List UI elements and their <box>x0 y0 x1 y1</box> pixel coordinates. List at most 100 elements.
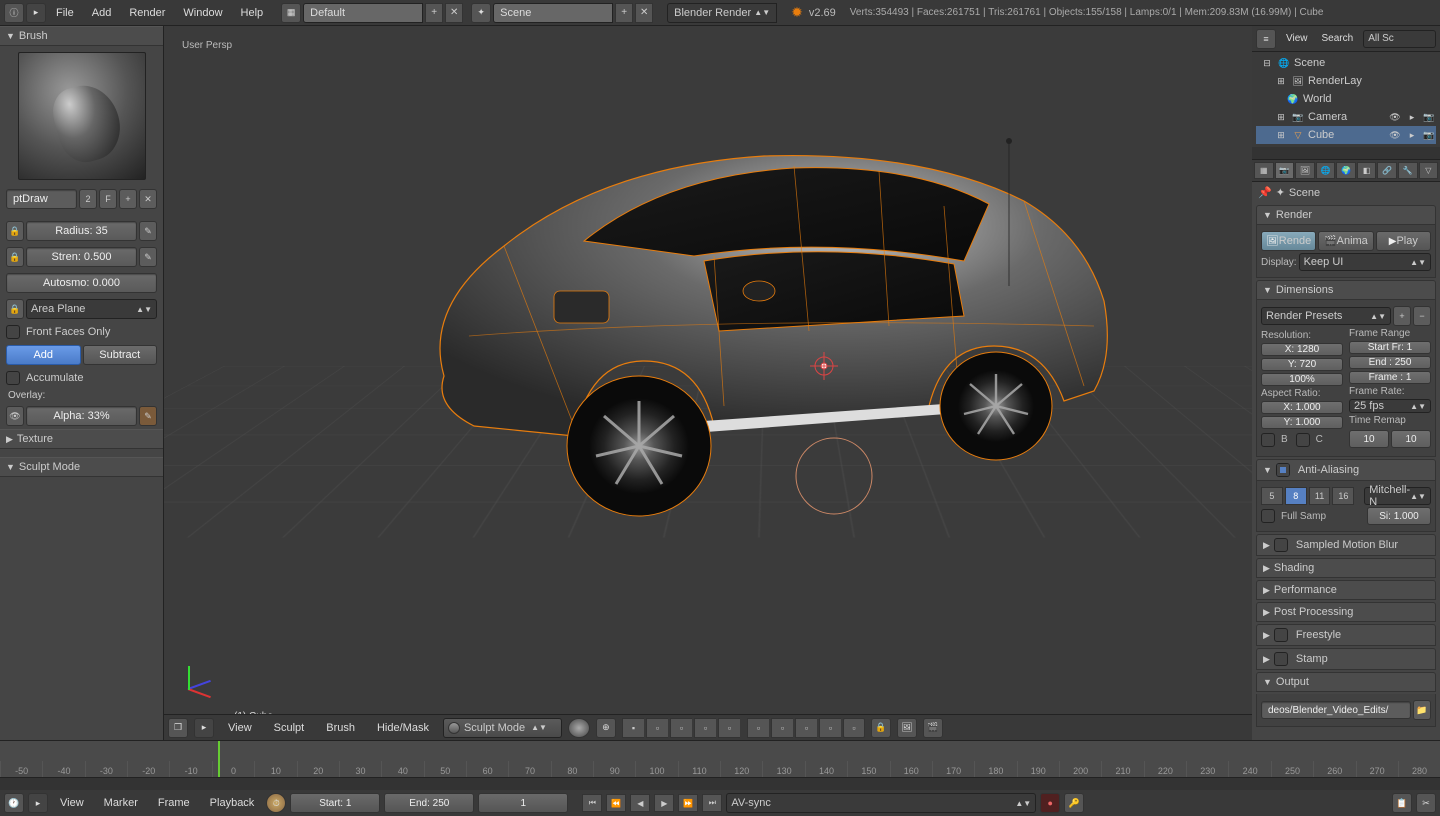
sculpt-mode-panel-header[interactable]: ▼Sculpt Mode <box>0 457 163 477</box>
performance-header[interactable]: ▶Performance <box>1256 580 1436 600</box>
remap-new-field[interactable]: 10 <box>1391 430 1431 448</box>
render-preview-icon[interactable]: 🖼 <box>897 718 917 738</box>
strength-pressure-icon[interactable]: ✎ <box>139 247 157 267</box>
brush-panel-header[interactable]: ▼Brush <box>0 26 163 46</box>
timeline-editor-icon[interactable]: 🕐 <box>4 793 24 813</box>
fps-select[interactable]: 25 fps▲▼ <box>1349 399 1431 413</box>
aspect-x-field[interactable]: X: 1.000 <box>1261 401 1343 414</box>
scene-name[interactable]: Scene <box>493 3 613 23</box>
texture-panel-header[interactable]: ▶Texture <box>0 429 163 449</box>
outliner-search-menu[interactable]: Search <box>1318 31 1358 46</box>
freestyle-header[interactable]: ▶Freestyle <box>1256 624 1436 646</box>
radius-lock-icon[interactable]: 🔒 <box>6 221 24 241</box>
menu-brush[interactable]: Brush <box>318 718 363 738</box>
tree-camera[interactable]: ⊞📷Camera👁▸📷 <box>1256 108 1436 126</box>
menu-help[interactable]: Help <box>233 3 272 23</box>
layer-buttons[interactable]: ▪▫▫▫▫ ▫▫▫▫▫ <box>622 718 865 738</box>
aa-section-header[interactable]: ▼Anti-Aliasing <box>1256 459 1436 481</box>
play-button[interactable]: ▶Play <box>1376 231 1431 251</box>
scene-browse-icon[interactable]: ✦ <box>471 3 491 23</box>
tab-world[interactable]: 🌍 <box>1336 162 1356 179</box>
output-header[interactable]: ▼Output <box>1256 672 1436 692</box>
front-faces-checkbox[interactable]: Front Faces Only <box>6 325 157 339</box>
timeline-collapse-icon[interactable]: ▸ <box>28 793 48 813</box>
radius-pressure-icon[interactable]: ✎ <box>139 221 157 241</box>
tab-scene[interactable]: 🌐 <box>1316 162 1336 179</box>
auto-keyframe-icon[interactable]: ● <box>1040 793 1060 813</box>
render-icon[interactable]: 📷 <box>1422 110 1436 124</box>
timeline-menu-playback[interactable]: Playback <box>202 793 263 813</box>
outliner-tree[interactable]: ⊟🌐Scene ⊞🖼RenderLay 🌍World ⊞📷Camera👁▸📷 ⊞… <box>1252 52 1440 147</box>
aa-size-field[interactable]: Si: 1.000 <box>1367 507 1431 525</box>
plane-lock-icon[interactable]: 🔒 <box>6 299 24 319</box>
animation-button[interactable]: 🎬Anima <box>1318 231 1373 251</box>
menu-add[interactable]: Add <box>84 3 120 23</box>
preset-remove-button[interactable]: − <box>1413 306 1431 326</box>
pin-icon[interactable]: 📌 <box>1258 186 1272 199</box>
playhead[interactable] <box>218 741 220 777</box>
render-engine-select[interactable]: Blender Render▲▼ <box>667 3 777 23</box>
sculpt-plane-select[interactable]: Area Plane▲▼ <box>26 299 157 319</box>
strength-lock-icon[interactable]: 🔒 <box>6 247 24 267</box>
tree-scene[interactable]: ⊟🌐Scene <box>1256 54 1436 72</box>
pivot-select[interactable]: ⊕ <box>596 718 616 738</box>
display-select[interactable]: Keep UI▲▼ <box>1299 253 1431 271</box>
keyframe-next-icon[interactable]: ⏩ <box>678 794 698 812</box>
jump-start-icon[interactable]: ⏮ <box>582 794 602 812</box>
border-checkbox[interactable] <box>1261 433 1275 447</box>
output-path-field[interactable]: deos/Blender_Video_Edits/ <box>1261 701 1411 719</box>
end-frame-field[interactable]: End: 250 <box>384 793 474 813</box>
keyframe-prev-icon[interactable]: ⏪ <box>606 794 626 812</box>
scene-add-button[interactable]: + <box>615 3 633 23</box>
motion-blur-header[interactable]: ▶Sampled Motion Blur <box>1256 534 1436 556</box>
current-frame-field[interactable]: 1 <box>478 793 568 813</box>
res-pct-field[interactable]: 100% <box>1261 373 1343 386</box>
brush-users[interactable]: 2 <box>79 189 97 209</box>
eye-icon[interactable]: 👁 <box>1388 110 1402 124</box>
frame-step-field[interactable]: Frame : 1 <box>1349 371 1431 384</box>
dimensions-section-header[interactable]: ▼Dimensions <box>1256 280 1436 300</box>
editor-menus-toggle[interactable]: ▸ <box>26 3 46 23</box>
copy-keyframes-icon[interactable]: 📋 <box>1392 793 1412 813</box>
tree-renderlayers[interactable]: ⊞🖼RenderLay <box>1256 72 1436 90</box>
mode-select[interactable]: Sculpt Mode▲▼ <box>443 718 562 738</box>
outliner-display-mode[interactable]: All Sc <box>1363 30 1436 48</box>
layout-remove-button[interactable]: ✕ <box>445 3 463 23</box>
brush-thumbnail[interactable] <box>18 52 146 180</box>
autosmooth-field[interactable]: Autosmo: 0.000 <box>6 273 157 293</box>
postprocessing-header[interactable]: ▶Post Processing <box>1256 602 1436 622</box>
timeline-menu-view[interactable]: View <box>52 793 92 813</box>
clapper-icon[interactable]: 🎬 <box>923 718 943 738</box>
eye-icon[interactable]: 👁 <box>1388 128 1402 142</box>
play-forward-icon[interactable]: ▶ <box>654 794 674 812</box>
aa-16-button[interactable]: 16 <box>1332 487 1354 505</box>
render-button[interactable]: 🖼Rende <box>1261 231 1316 251</box>
tab-renderlayers[interactable]: 🖼 <box>1295 162 1315 179</box>
layout-add-button[interactable]: + <box>425 3 443 23</box>
render-section-header[interactable]: ▼Render <box>1256 205 1436 225</box>
start-frame-field[interactable]: Start Fr: 1 <box>1349 341 1431 354</box>
tab-modifiers[interactable]: 🔧 <box>1398 162 1418 179</box>
cursor-icon[interactable]: ▸ <box>1405 128 1419 142</box>
brush-unlink-button[interactable]: ✕ <box>139 189 157 209</box>
layout-browse-icon[interactable]: ▦ <box>281 3 301 23</box>
cursor-icon[interactable]: ▸ <box>1405 110 1419 124</box>
shading-header[interactable]: ▶Shading <box>1256 558 1436 578</box>
jump-end-icon[interactable]: ⏭ <box>702 794 722 812</box>
overlay-view-icon[interactable]: 👁 <box>6 406 24 426</box>
header-collapse-icon[interactable]: ▸ <box>194 718 214 738</box>
3d-viewport[interactable]: User Persp <box>164 26 1252 740</box>
tree-world[interactable]: 🌍World <box>1256 90 1436 108</box>
start-frame-field[interactable]: Start: 1 <box>290 793 380 813</box>
accumulate-checkbox[interactable]: Accumulate <box>6 371 157 385</box>
sync-mode-select[interactable]: AV-sync▲▼ <box>726 793 1036 813</box>
brush-fake-user[interactable]: F <box>99 189 117 209</box>
shading-mode-icon[interactable] <box>568 718 590 738</box>
timeline-ruler[interactable]: -50-40-30-20-100102030405060708090100110… <box>0 740 1440 778</box>
aa-8-button[interactable]: 8 <box>1285 487 1307 505</box>
strength-field[interactable]: Stren: 0.500 <box>26 247 137 267</box>
aa-filter-select[interactable]: Mitchell-N▲▼ <box>1364 487 1431 505</box>
use-preview-range-icon[interactable]: ⏱ <box>266 793 286 813</box>
play-reverse-icon[interactable]: ◀ <box>630 794 650 812</box>
render-icon[interactable]: 📷 <box>1422 128 1436 142</box>
